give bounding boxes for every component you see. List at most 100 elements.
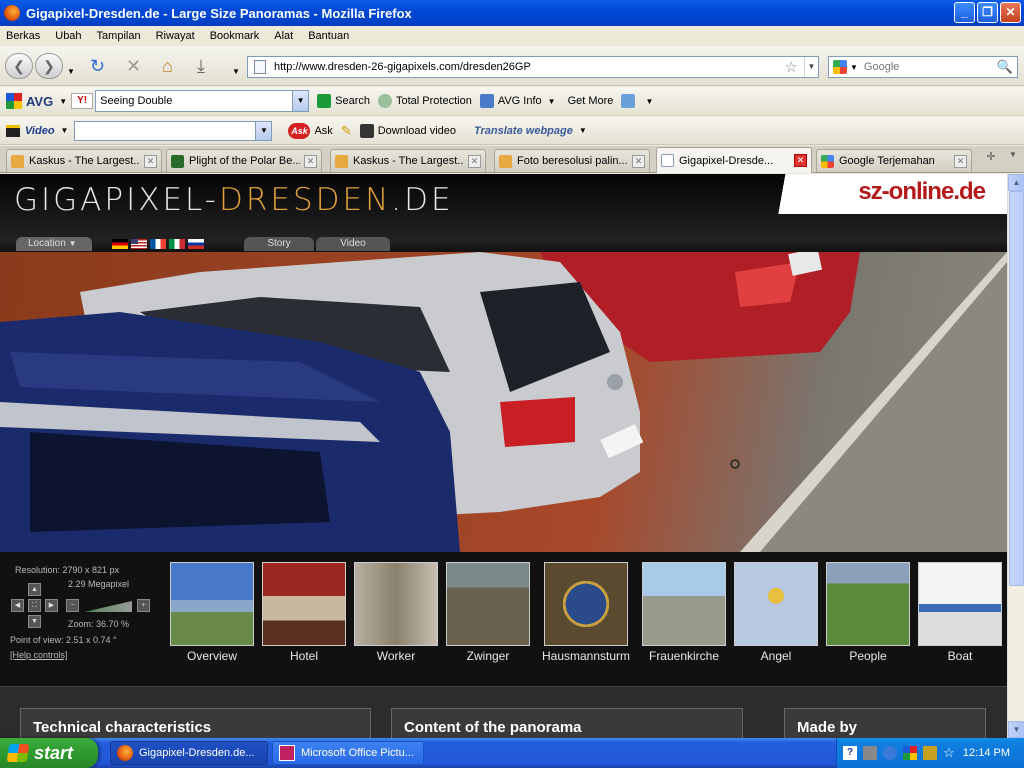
search-box[interactable]: ▼ 🔍 xyxy=(828,56,1018,78)
thumb-boat-label[interactable]: Boat xyxy=(914,649,1006,663)
minimize-button[interactable]: _ xyxy=(954,2,975,23)
search-input[interactable] xyxy=(861,60,997,74)
yahoo-icon[interactable]: Y! xyxy=(71,93,94,109)
thumb-worker-label[interactable]: Worker xyxy=(350,649,442,663)
bookmark-star-icon[interactable]: ☆ xyxy=(785,58,798,76)
scroll-down-icon[interactable]: ▼ xyxy=(1008,721,1024,738)
avg-info-dropdown-icon[interactable]: ▼ xyxy=(548,97,556,106)
search-engine-dropdown-icon[interactable]: ▼ xyxy=(850,63,858,72)
thumb-overview-label[interactable]: Overview xyxy=(166,649,258,663)
site-logo[interactable]: GIGAPIXEL-DRESDEN.DE xyxy=(14,182,454,218)
avg-search-dropdown-icon[interactable]: ▼ xyxy=(292,91,309,111)
scroll-up-icon[interactable]: ▲ xyxy=(1008,174,1024,191)
video-tab[interactable]: Video xyxy=(316,237,390,251)
menu-alat[interactable]: Alat xyxy=(274,30,293,42)
avg-tray-icon[interactable] xyxy=(903,746,917,760)
tab-polar-bear[interactable]: Plight of the Polar Be... ✕ xyxy=(166,149,322,172)
pan-center-button[interactable]: ⛶ xyxy=(28,599,41,612)
video-search-field[interactable]: ▼ xyxy=(74,120,273,141)
video-logo[interactable]: Video xyxy=(6,124,55,137)
avg-logo[interactable]: AVG xyxy=(6,93,53,109)
tab-close-icon[interactable]: ✕ xyxy=(304,154,317,168)
help-controls-link[interactable]: [Help controls] xyxy=(10,650,68,660)
tab-foto[interactable]: Foto beresolusi palin... ✕ xyxy=(494,149,650,172)
avg-dropdown-icon[interactable]: ▼ xyxy=(59,97,67,106)
zoom-in-button[interactable]: + xyxy=(137,599,150,612)
address-bar[interactable]: http://www.dresden-26-gigapixels.com/dre… xyxy=(247,56,819,78)
panorama-viewer[interactable] xyxy=(0,252,1007,552)
location-menu[interactable]: Location ▼ xyxy=(16,237,92,251)
close-window-button[interactable]: ✕ xyxy=(1000,2,1021,23)
flag-russian-icon[interactable] xyxy=(188,239,204,249)
translate-dropdown-icon[interactable]: ▼ xyxy=(579,126,587,135)
thumb-overview[interactable] xyxy=(170,562,254,646)
start-button[interactable]: start xyxy=(0,738,98,768)
avg-search-button[interactable]: Search xyxy=(317,94,370,108)
get-more-button[interactable]: Get More xyxy=(568,95,614,107)
url-dropdown-icon[interactable]: ▼ xyxy=(804,57,818,77)
flag-us-icon[interactable] xyxy=(131,239,147,249)
avg-search-value[interactable]: Seeing Double xyxy=(100,95,172,107)
tab-close-icon[interactable]: ✕ xyxy=(632,154,645,168)
tab-kaskus-1[interactable]: Kaskus - The Largest... ✕ xyxy=(6,149,162,172)
zoom-slider[interactable] xyxy=(84,601,132,612)
tab-kaskus-2[interactable]: Kaskus - The Largest... ✕ xyxy=(330,149,486,172)
flag-italian-icon[interactable] xyxy=(169,239,185,249)
thumb-people[interactable] xyxy=(826,562,910,646)
help-tray-icon[interactable]: ? xyxy=(843,746,857,760)
pan-left-button[interactable]: ◀ xyxy=(11,599,24,612)
tab-close-icon[interactable]: ✕ xyxy=(144,154,157,168)
story-tab[interactable]: Story xyxy=(244,237,314,251)
network-tray-icon[interactable] xyxy=(863,746,877,760)
ask-logo-icon[interactable]: Ask xyxy=(288,122,311,139)
thumb-frauenkirche[interactable] xyxy=(642,562,726,646)
new-tab-icon[interactable]: ✛ xyxy=(982,150,1000,163)
pan-right-button[interactable]: ▶ xyxy=(45,599,58,612)
scrollbar-thumb[interactable] xyxy=(1009,191,1024,586)
tab-google-terjemahan[interactable]: Google Terjemahan ✕ xyxy=(816,149,972,172)
technical-characteristics-section[interactable]: Technical characteristics xyxy=(20,708,371,738)
thumb-worker[interactable] xyxy=(354,562,438,646)
tab-close-icon[interactable]: ✕ xyxy=(794,154,807,167)
thumb-boat[interactable] xyxy=(918,562,1002,646)
ask-button[interactable]: Ask xyxy=(314,125,332,137)
menu-berkas[interactable]: Berkas xyxy=(6,30,40,42)
tab-gigapixel[interactable]: Gigapixel-Dresde... ✕ xyxy=(656,147,812,173)
menu-bookmark[interactable]: Bookmark xyxy=(210,30,260,42)
thumb-angel-label[interactable]: Angel xyxy=(730,649,822,663)
task-office-picture[interactable]: Microsoft Office Pictu... xyxy=(272,741,424,765)
thumb-angel[interactable] xyxy=(734,562,818,646)
thumb-zwinger-label[interactable]: Zwinger xyxy=(442,649,534,663)
menu-tampilan[interactable]: Tampilan xyxy=(97,30,141,42)
avg-extra-dropdown-icon[interactable]: ▼ xyxy=(645,97,653,106)
content-of-panorama-section[interactable]: Content of the panorama xyxy=(391,708,743,738)
thumb-zwinger[interactable] xyxy=(446,562,530,646)
url-text[interactable]: http://www.dresden-26-gigapixels.com/dre… xyxy=(274,61,785,73)
menu-dropdown-icon[interactable]: ▼ xyxy=(232,62,240,82)
thumb-hotel-label[interactable]: Hotel xyxy=(258,649,350,663)
flag-german-icon[interactable] xyxy=(112,239,128,249)
sz-online-banner[interactable]: sz-online.de xyxy=(760,174,1007,214)
tab-list-icon[interactable]: ▼ xyxy=(1004,150,1022,159)
thumb-hotel[interactable] xyxy=(262,562,346,646)
thumb-frauenkirche-label[interactable]: Frauenkirche xyxy=(638,649,730,663)
arrows-tray-icon[interactable] xyxy=(923,746,937,760)
forward-button[interactable]: ❯ xyxy=(35,53,63,79)
avg-search-field[interactable]: Seeing Double ▼ xyxy=(95,90,310,112)
reload-icon[interactable]: ↻ xyxy=(90,56,105,76)
download-video-button[interactable]: Download video xyxy=(359,123,456,138)
stop-icon[interactable]: ✕ xyxy=(126,56,141,76)
vertical-scrollbar[interactable]: ▲ ▼ xyxy=(1007,174,1024,738)
flag-french-icon[interactable] xyxy=(150,239,166,249)
download-icon[interactable]: ⤓ xyxy=(197,56,205,76)
menu-ubah[interactable]: Ubah xyxy=(55,30,81,42)
video-dropdown-icon[interactable]: ▼ xyxy=(61,126,69,135)
tab-close-icon[interactable]: ✕ xyxy=(468,154,481,168)
thumb-hausmannsturm-label[interactable]: Hausmannsturm xyxy=(536,649,636,663)
search-icon[interactable]: 🔍 xyxy=(997,59,1013,75)
task-firefox[interactable]: Gigapixel-Dresden.de... xyxy=(110,741,268,765)
thumb-people-label[interactable]: People xyxy=(822,649,914,663)
menu-riwayat[interactable]: Riwayat xyxy=(156,30,195,42)
thumb-hausmannsturm[interactable] xyxy=(544,562,628,646)
highlight-button[interactable]: ✎ xyxy=(341,123,352,139)
